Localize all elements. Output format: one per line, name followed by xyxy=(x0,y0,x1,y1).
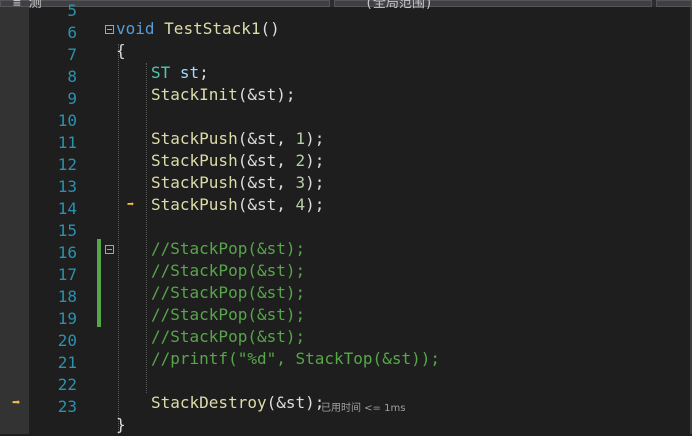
scope-dropdown-global[interactable]: (全局范围) xyxy=(334,0,652,11)
code-line-8: StackInit(&st); xyxy=(151,84,296,106)
code-line-17: //StackPop(&st); xyxy=(151,283,306,302)
code-line-11: StackPush(&st, 2); xyxy=(151,150,324,172)
line-number: 21 xyxy=(57,353,77,372)
fold-toggle-icon[interactable] xyxy=(105,245,114,254)
function-name: StackPush xyxy=(151,151,238,170)
editor-navigation-bar: ≡ 测 (全局范围) xyxy=(0,0,692,11)
line-number: 14 xyxy=(57,199,77,218)
line-number: 18 xyxy=(57,287,77,306)
line-number: 13 xyxy=(57,177,77,196)
code-line-5: void TestStack1() xyxy=(116,18,280,40)
line-number: 20 xyxy=(57,331,77,350)
code-text: () xyxy=(260,19,280,38)
current-statement-arrow-icon: ➡ xyxy=(12,395,21,411)
number-literal: 4 xyxy=(295,195,306,214)
indent-guide xyxy=(146,63,147,393)
line-number: 12 xyxy=(57,155,77,174)
line-number: 10 xyxy=(57,111,77,130)
change-indicator-bar xyxy=(97,239,101,327)
brace-close: } xyxy=(116,415,126,434)
variable-name: st xyxy=(179,63,200,82)
line-number: 16 xyxy=(57,243,77,262)
line-number: 8 xyxy=(67,67,77,86)
line-number-gutter: 5 6 7 8 9 10 11 12 13 14 15 16 17 18 19 … xyxy=(29,1,81,434)
code-line-10: StackPush(&st, 1); xyxy=(151,128,324,150)
code-text: (&st); xyxy=(237,85,296,104)
code-line-7: ST st; xyxy=(151,62,209,84)
member-dropdown[interactable] xyxy=(656,0,692,7)
number-literal: 3 xyxy=(295,173,306,192)
fold-toggle-icon[interactable] xyxy=(105,25,114,34)
code-text: (&st); xyxy=(266,393,325,412)
scope-dropdown-left[interactable]: ≡ 测 xyxy=(0,0,330,11)
function-name: StackDestroy xyxy=(151,393,267,412)
brace-open: { xyxy=(116,41,126,60)
line-number: 17 xyxy=(57,265,77,284)
function-name: TestStack1 xyxy=(164,19,261,38)
code-text: ); xyxy=(305,129,325,148)
line-number: 6 xyxy=(67,23,77,42)
function-name: StackPush xyxy=(151,129,238,148)
code-text: (&st, xyxy=(237,195,296,214)
number-literal: 2 xyxy=(295,151,306,170)
function-name: StackInit xyxy=(151,85,238,104)
code-line-22: StackDestroy(&st); xyxy=(151,392,324,414)
line-number: 5 xyxy=(67,1,77,20)
code-line-15: //StackPop(&st); xyxy=(151,239,306,258)
code-text: ; xyxy=(199,63,209,82)
indent-guide xyxy=(118,44,119,434)
code-line-20: //printf("%d", StackTop(&st)); xyxy=(151,349,440,368)
code-editor[interactable]: void TestStack1() { ST st; StackInit(&st… xyxy=(81,7,692,434)
code-line-23: } xyxy=(116,414,126,436)
type-name: ST xyxy=(151,63,171,82)
line-number: 22 xyxy=(57,375,77,394)
breakpoint-margin[interactable]: ➡ xyxy=(0,7,29,434)
function-name: StackPush xyxy=(151,195,238,214)
code-text: (&st, xyxy=(237,129,296,148)
perf-tip[interactable]: 已用时间 <= 1ms xyxy=(321,399,405,414)
code-line-18: //StackPop(&st); xyxy=(151,305,306,324)
line-number: 11 xyxy=(57,133,77,152)
keyword-void: void xyxy=(116,19,155,38)
code-line-13: StackPush(&st, 4); xyxy=(151,194,324,216)
run-to-click-icon[interactable]: ➡ xyxy=(127,197,134,211)
line-number: 15 xyxy=(57,221,77,240)
code-text: (&st, xyxy=(237,173,296,192)
code-line-12: StackPush(&st, 3); xyxy=(151,172,324,194)
code-text: (&st, xyxy=(237,151,296,170)
number-literal: 1 xyxy=(295,129,306,148)
code-line-19: //StackPop(&st); xyxy=(151,327,306,346)
line-number: 19 xyxy=(57,309,77,328)
code-line-16: //StackPop(&st); xyxy=(151,261,306,280)
function-name: StackPush xyxy=(151,173,238,192)
code-text: ); xyxy=(305,151,325,170)
line-number: 9 xyxy=(67,89,77,108)
code-text: ); xyxy=(305,195,325,214)
line-number: 7 xyxy=(67,45,77,64)
code-line-6: { xyxy=(116,40,126,62)
line-number: 23 xyxy=(57,397,77,416)
code-text: ); xyxy=(305,173,325,192)
